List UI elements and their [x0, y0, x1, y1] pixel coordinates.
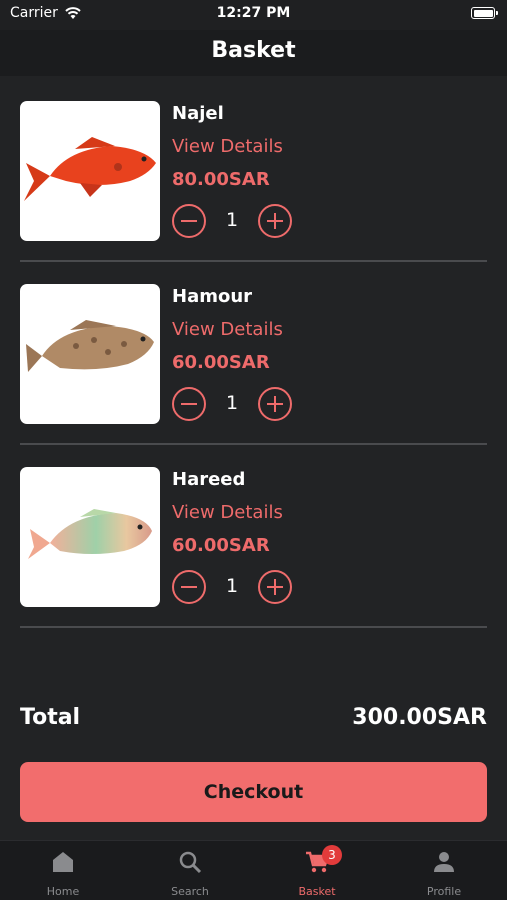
cart-count-badge: 3 [322, 845, 342, 865]
search-icon [179, 851, 202, 874]
page-title: Basket [211, 38, 296, 63]
product-name: Hareed [172, 469, 246, 490]
product-name: Najel [172, 103, 224, 124]
increase-quantity-button[interactable] [258, 570, 292, 604]
status-time: 12:27 PM [216, 5, 291, 21]
minus-icon [181, 219, 197, 222]
tab-search[interactable]: Search [127, 841, 253, 900]
tab-basket[interactable]: 3 Basket [254, 841, 380, 900]
checkout-button[interactable]: Checkout [20, 762, 487, 822]
total-value: 300.00SAR [352, 705, 487, 730]
basket-item: Hareed View Details 60.00SAR 1 [20, 442, 487, 628]
basket-item: Najel View Details 80.00SAR 1 [20, 76, 487, 262]
tab-label: Search [171, 885, 209, 898]
fish-image [24, 137, 156, 201]
minus-icon [181, 585, 197, 588]
minus-icon [181, 402, 197, 405]
fish-image [26, 320, 154, 372]
product-name: Hamour [172, 286, 253, 307]
decrease-quantity-button[interactable] [172, 387, 206, 421]
total-label: Total [20, 705, 81, 730]
quantity-value: 1 [225, 575, 239, 597]
tab-label: Home [46, 885, 80, 898]
battery-icon [471, 7, 498, 19]
decrease-quantity-button[interactable] [172, 204, 206, 238]
tab-label: Profile [426, 885, 462, 898]
home-icon [53, 852, 73, 872]
product-price: 80.00SAR [172, 169, 270, 190]
product-image[interactable] [20, 467, 160, 607]
view-details-link[interactable]: View Details [172, 502, 283, 523]
tab-profile[interactable]: Profile [381, 841, 507, 900]
quantity-stepper: 1 [172, 204, 312, 238]
quantity-stepper: 1 [172, 387, 312, 421]
nav-bar: Basket [0, 30, 507, 76]
increase-quantity-button[interactable] [258, 204, 292, 238]
view-details-link[interactable]: View Details [172, 319, 283, 340]
basket-item: Hamour View Details 60.00SAR 1 [20, 259, 487, 445]
divider [20, 626, 487, 628]
increase-quantity-button[interactable] [258, 387, 292, 421]
product-price: 60.00SAR [172, 352, 270, 373]
status-bar: Carrier 12:27 PM [0, 0, 507, 30]
quantity-value: 1 [225, 209, 239, 231]
quantity-value: 1 [225, 392, 239, 414]
product-image[interactable] [20, 101, 160, 241]
decrease-quantity-button[interactable] [172, 570, 206, 604]
product-image[interactable] [20, 284, 160, 424]
view-details-link[interactable]: View Details [172, 136, 283, 157]
fish-image [28, 509, 152, 559]
quantity-stepper: 1 [172, 570, 312, 604]
tab-bar: Home Search 3 Basket Profile [0, 840, 507, 900]
tab-home[interactable]: Home [0, 841, 126, 900]
profile-icon [434, 852, 454, 872]
tab-label: Basket [298, 885, 336, 898]
product-price: 60.00SAR [172, 535, 270, 556]
